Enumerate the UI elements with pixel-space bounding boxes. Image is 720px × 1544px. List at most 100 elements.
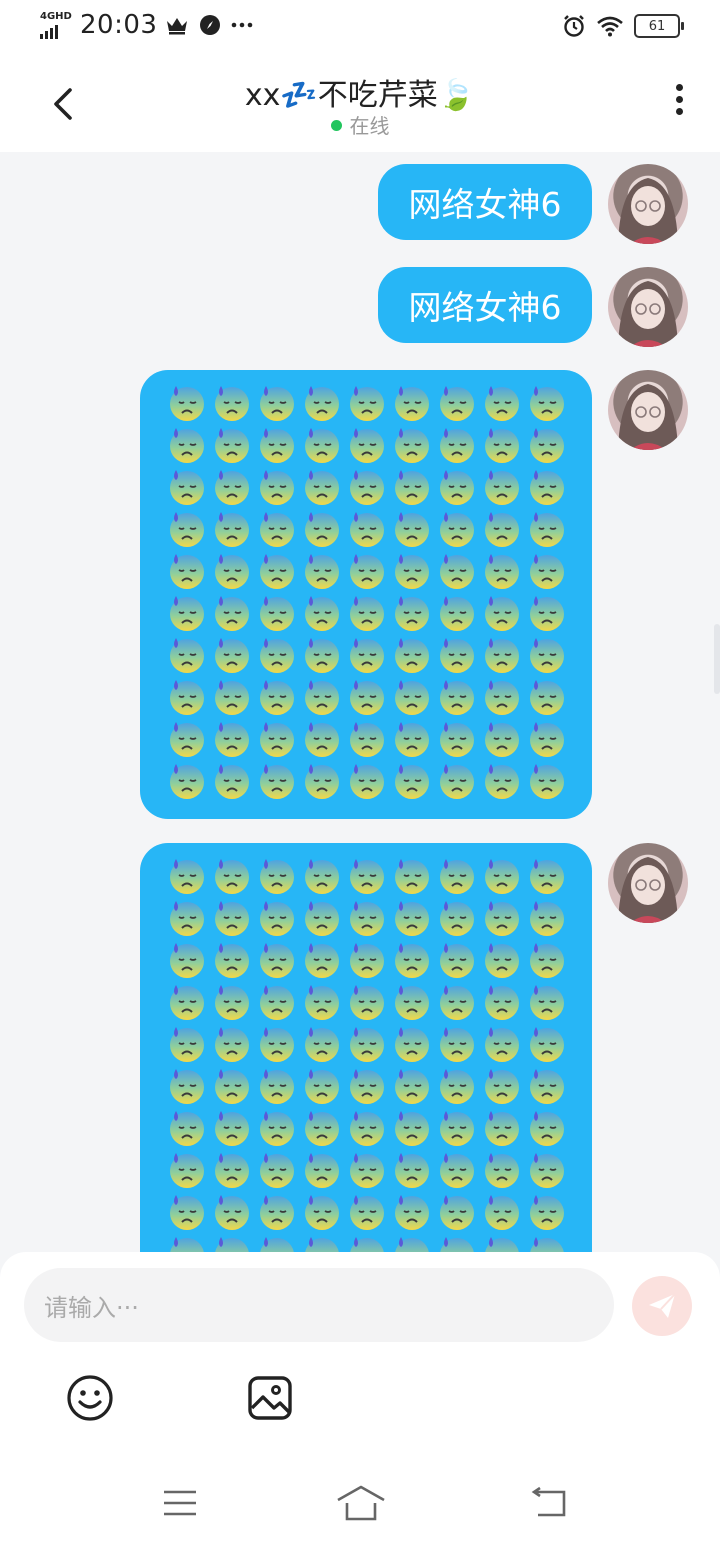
smiley-icon	[67, 1375, 113, 1421]
sweat-face-emoji-icon	[209, 678, 254, 715]
more-dots-icon	[232, 22, 253, 28]
sweat-face-emoji-icon	[299, 1067, 344, 1104]
sweat-face-emoji-icon	[389, 1235, 434, 1252]
sweat-face-emoji-icon	[344, 983, 389, 1020]
message-input[interactable]: 请输入···	[24, 1268, 614, 1342]
sweat-face-emoji-icon	[209, 384, 254, 421]
presence-status: 在线	[0, 110, 720, 139]
sweat-face-emoji-icon	[254, 594, 299, 631]
sweat-face-emoji-icon	[254, 1193, 299, 1230]
send-button[interactable]	[632, 1276, 692, 1336]
sweat-face-emoji-icon	[524, 983, 569, 1020]
emoji-message-bubble[interactable]	[140, 843, 592, 1252]
sweat-face-emoji-icon	[524, 678, 569, 715]
nav-home-button[interactable]	[336, 1484, 386, 1522]
sweat-face-emoji-icon	[209, 510, 254, 547]
sweat-face-emoji-icon	[524, 510, 569, 547]
emoji-grid	[164, 384, 569, 799]
sweat-face-emoji-icon	[479, 941, 524, 978]
sweat-face-emoji-icon	[299, 720, 344, 757]
status-left: 4GHD 20:03	[40, 10, 253, 40]
avatar[interactable]	[608, 164, 688, 244]
send-icon	[649, 1293, 676, 1318]
message-bubble[interactable]: 网络女神6	[378, 164, 592, 240]
sweat-face-emoji-icon	[344, 678, 389, 715]
sweat-face-emoji-icon	[524, 857, 569, 894]
emoji-button[interactable]	[66, 1374, 114, 1422]
sweat-face-emoji-icon	[389, 1067, 434, 1104]
avatar[interactable]	[608, 267, 688, 347]
image-button[interactable]	[246, 1374, 294, 1422]
sweat-face-emoji-icon	[434, 552, 479, 589]
nav-back-button[interactable]	[530, 1486, 570, 1520]
sweat-face-emoji-icon	[209, 720, 254, 757]
sweat-face-emoji-icon	[344, 1109, 389, 1146]
sweat-face-emoji-icon	[299, 1151, 344, 1188]
sweat-face-emoji-icon	[254, 426, 299, 463]
sweat-face-emoji-icon	[344, 510, 389, 547]
presence-label: 在线	[349, 114, 390, 138]
sweat-face-emoji-icon	[479, 857, 524, 894]
network-label: 4GHD	[40, 11, 72, 22]
sweat-face-emoji-icon	[209, 899, 254, 936]
emoji-message-bubble[interactable]	[140, 370, 592, 819]
sweat-face-emoji-icon	[164, 1193, 209, 1230]
sweat-face-emoji-icon	[209, 594, 254, 631]
avatar[interactable]	[608, 370, 688, 450]
sweat-face-emoji-icon	[164, 1235, 209, 1252]
sweat-face-emoji-icon	[479, 1067, 524, 1104]
sweat-face-emoji-icon	[344, 941, 389, 978]
sweat-face-emoji-icon	[389, 720, 434, 757]
compass-icon	[200, 15, 221, 35]
sweat-face-emoji-icon	[299, 636, 344, 673]
sweat-face-emoji-icon	[434, 1235, 479, 1252]
sweat-face-emoji-icon	[344, 857, 389, 894]
sweat-face-emoji-icon	[164, 468, 209, 505]
sweat-face-emoji-icon	[524, 1193, 569, 1230]
sweat-face-emoji-icon	[434, 384, 479, 421]
sweat-face-emoji-icon	[209, 426, 254, 463]
sweat-face-emoji-icon	[209, 1235, 254, 1252]
sweat-face-emoji-icon	[479, 899, 524, 936]
sweat-face-emoji-icon	[254, 552, 299, 589]
sweat-face-emoji-icon	[524, 720, 569, 757]
sweat-face-emoji-icon	[254, 899, 299, 936]
sweat-face-emoji-icon	[479, 983, 524, 1020]
sweat-face-emoji-icon	[479, 1193, 524, 1230]
sweat-face-emoji-icon	[344, 552, 389, 589]
sweat-face-emoji-icon	[524, 941, 569, 978]
sweat-face-emoji-icon	[299, 1193, 344, 1230]
sweat-face-emoji-icon	[344, 1151, 389, 1188]
online-dot-icon	[330, 120, 342, 131]
avatar[interactable]	[608, 843, 688, 923]
scrollbar[interactable]	[714, 624, 720, 694]
sweat-face-emoji-icon	[479, 762, 524, 799]
sweat-face-emoji-icon	[299, 762, 344, 799]
sweat-face-emoji-icon	[209, 1193, 254, 1230]
sweat-face-emoji-icon	[479, 426, 524, 463]
sweat-face-emoji-icon	[299, 510, 344, 547]
sweat-face-emoji-icon	[434, 762, 479, 799]
sweat-face-emoji-icon	[524, 552, 569, 589]
more-options-button[interactable]	[674, 84, 684, 124]
sweat-face-emoji-icon	[254, 678, 299, 715]
sweat-face-emoji-icon	[434, 983, 479, 1020]
message-bubble[interactable]: 网络女神6	[378, 267, 592, 343]
sweat-face-emoji-icon	[524, 1109, 569, 1146]
sweat-face-emoji-icon	[254, 857, 299, 894]
sweat-face-emoji-icon	[524, 1235, 569, 1252]
sweat-face-emoji-icon	[344, 720, 389, 757]
sweat-face-emoji-icon	[164, 1151, 209, 1188]
message-list[interactable]: 网络女神6 网络女神6	[0, 152, 720, 1252]
sweat-face-emoji-icon	[164, 678, 209, 715]
sweat-face-emoji-icon	[299, 426, 344, 463]
sweat-face-emoji-icon	[479, 1025, 524, 1062]
sweat-face-emoji-icon	[389, 857, 434, 894]
nav-menu-button[interactable]	[162, 1488, 198, 1518]
status-time: 20:03	[80, 10, 158, 40]
sweat-face-emoji-icon	[254, 1235, 299, 1252]
cellular-signal-icon: 4GHD	[40, 11, 72, 39]
sweat-face-emoji-icon	[434, 468, 479, 505]
alarm-icon	[564, 15, 584, 37]
sweat-face-emoji-icon	[434, 720, 479, 757]
